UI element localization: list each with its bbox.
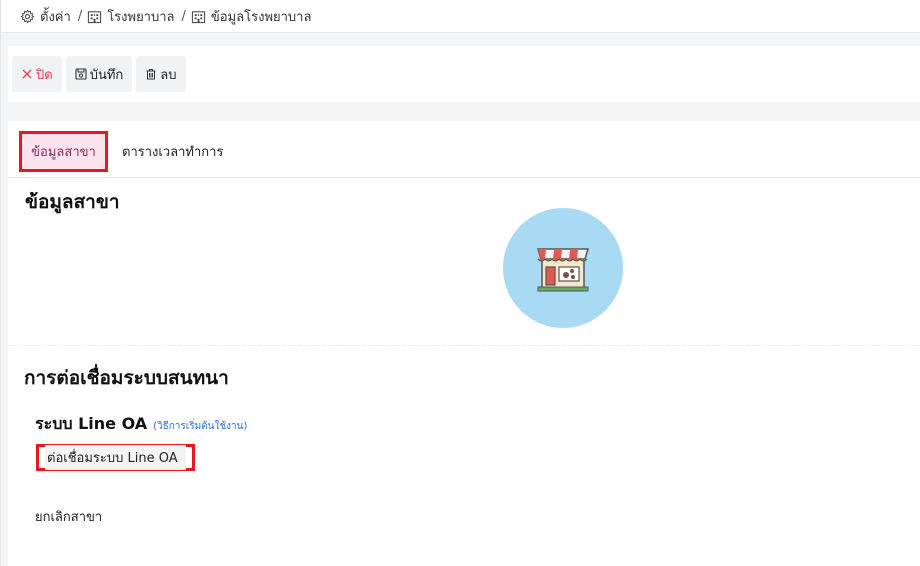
tab-business-hours[interactable]: ตารางเวลาทำการ [122,131,223,172]
breadcrumb-label: ตั้งค่า [40,9,71,25]
breadcrumb-label: ข้อมูลโรงพยาบาล [210,9,312,25]
breadcrumb-item-hospital[interactable]: โรงพยาบาล [87,6,175,27]
line-oa-help-link[interactable]: (วิธีการเริ่มต้นใช้งาน) [153,419,247,434]
main-card: ข้อมูลสาขา ตารางเวลาทำการ ข้อมูลสาขา การ [8,121,920,566]
close-icon [22,69,32,79]
line-oa-title: ระบบ Line OA [35,414,148,433]
delete-button-label: ลบ [160,67,177,83]
trash-icon [146,69,156,80]
breadcrumb-label: โรงพยาบาล [107,9,175,25]
close-button-label: ปิด [36,67,53,83]
building-icon [88,10,102,23]
save-icon [75,68,87,80]
breadcrumb-item-settings[interactable]: ตั้งค่า [20,6,71,27]
connect-line-oa-button[interactable]: ต่อเชื่อมระบบ Line OA [36,444,195,471]
delete-button[interactable]: ลบ [136,56,186,92]
breadcrumb-item-hospital-info: ข้อมูลโรงพยาบาล [191,6,312,27]
line-oa-heading: ระบบ Line OA (วิธีการเริ่มต้นใช้งาน) [35,412,247,437]
cancel-branch-link[interactable]: ยกเลิกสาขา [35,506,102,527]
building-icon [191,10,206,23]
tab-branch-info[interactable]: ข้อมูลสาขา [19,131,108,172]
section-divider [8,345,920,346]
chat-section-title: การต่อเชื่อมระบบสนทนา [24,367,229,389]
page: ตั้งค่า / โรงพยาบาล / ข้อมูลโรงพยาบาล ปิ… [0,0,920,566]
branch-section-title: ข้อมูลสาขา [25,191,120,213]
breadcrumb-separator: / [181,8,186,24]
left-edge [0,0,1,566]
toolbar: ปิด บันทึก ลบ [8,46,920,102]
connect-line-oa-label: ต่อเชื่อมระบบ Line OA [45,445,186,470]
shop-icon [536,248,590,292]
close-button[interactable]: ปิด [12,56,62,92]
tab-bar: ข้อมูลสาขา ตารางเวลาทำการ [8,121,920,178]
breadcrumb-separator: / [77,8,83,24]
branch-logo[interactable] [503,208,623,328]
gear-icon [20,8,35,24]
save-button[interactable]: บันทึก [65,56,133,92]
breadcrumb: ตั้งค่า / โรงพยาบาล / ข้อมูลโรงพยาบาล [0,0,920,33]
save-button-label: บันทึก [89,67,124,83]
